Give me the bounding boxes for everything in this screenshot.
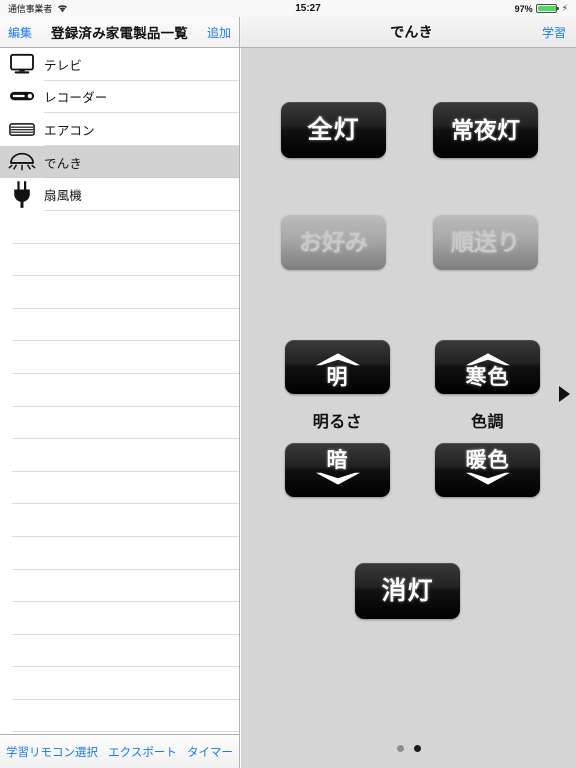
empty-list-row	[0, 276, 239, 309]
recorder-icon	[0, 90, 44, 103]
chevron-down-icon	[465, 472, 510, 485]
timer-button[interactable]: タイマー	[187, 744, 233, 760]
navigation-bar: 編集 登録済み家電製品一覧 追加 でんき 学習	[0, 17, 576, 48]
sidebar-item-label: 扇風機	[44, 189, 83, 204]
add-button[interactable]: 追加	[207, 24, 231, 41]
status-bar: 通信事業者 15:27 97% ⚡	[0, 0, 576, 17]
empty-list-row	[0, 537, 239, 570]
air-conditioner-icon	[0, 122, 44, 137]
export-button[interactable]: エクスポート	[108, 744, 177, 760]
ipad-remote-app-screen: 通信事業者 15:27 97% ⚡ 編集 登録済み家電製品一覧 追加 でんき 学…	[0, 0, 576, 768]
sidebar-item-1[interactable]: テレビ	[0, 48, 239, 81]
clock-label: 15:27	[295, 3, 321, 14]
remote-arrow-button-label: 暖色	[465, 448, 510, 472]
remote-button-label: 常夜灯	[451, 116, 520, 143]
remote-button-3: お好み	[281, 214, 386, 270]
device-list-sidebar: テレビレコーダーエアコンでんき扇風機 学習リモコン選択 エクスポート タイマー	[0, 48, 240, 768]
battery-percent-label: 97%	[514, 3, 533, 14]
empty-list-row	[0, 244, 239, 277]
learn-remote-select-button[interactable]: 学習リモコン選択	[6, 744, 98, 760]
remote-button-label: 全灯	[307, 115, 360, 144]
lightning-bolt-icon: ⚡	[561, 3, 568, 13]
sidebar-item-3[interactable]: エアコン	[0, 113, 239, 146]
sidebar-item-4[interactable]: でんき	[0, 145, 239, 179]
remote-arrow-button-label: 寒色	[465, 365, 510, 389]
sidebar-item-5[interactable]: 扇風機	[0, 178, 239, 211]
page-indicator[interactable]	[241, 745, 576, 752]
sidebar-item-label: エアコン	[44, 123, 95, 138]
learn-button[interactable]: 学習	[542, 24, 566, 41]
remote-button-label: 順送り	[451, 228, 520, 255]
remote-arrow-button-4[interactable]: 暖色	[435, 443, 540, 497]
edit-button[interactable]: 編集	[8, 24, 32, 41]
empty-list-row	[0, 407, 239, 440]
remote-button-label: お好み	[299, 228, 368, 255]
page-dot-1[interactable]	[396, 745, 404, 752]
remote-arrow-button-3[interactable]: 暗	[285, 443, 390, 497]
empty-list-row	[0, 602, 239, 635]
power-off-button-label: 消灯	[381, 576, 434, 605]
remote-arrow-button-label: 明	[326, 365, 349, 389]
empty-list-row	[0, 309, 239, 342]
device-list[interactable]: テレビレコーダーエアコンでんき扇風機	[0, 48, 239, 734]
sidebar-item-label: でんき	[44, 156, 83, 171]
status-bar-center: 15:27	[0, 3, 576, 14]
empty-list-row	[0, 700, 239, 733]
remote-group-label-1: 明るさ	[312, 414, 363, 431]
sidebar-toolbar: 学習リモコン選択 エクスポート タイマー	[0, 734, 239, 768]
empty-list-row	[0, 635, 239, 668]
remote-group-label-2: 色調	[470, 414, 504, 431]
tv-icon	[0, 53, 44, 75]
empty-list-row	[0, 570, 239, 603]
battery-icon	[535, 4, 559, 13]
sidebar-item-label: レコーダー	[44, 91, 108, 106]
triangle-right-icon[interactable]	[559, 386, 570, 402]
remote-arrow-button-1[interactable]: 明	[285, 340, 390, 394]
empty-list-row	[0, 667, 239, 700]
empty-list-row	[0, 472, 239, 505]
chevron-up-icon	[465, 352, 510, 365]
light-bulb-icon	[0, 150, 44, 174]
page-title: でんき	[390, 24, 433, 40]
remote-control-panel: 全灯 常夜灯お好み 順送り明 寒色暗 暖色 明るさ 色調消灯	[241, 48, 576, 768]
sidebar-item-2[interactable]: レコーダー	[0, 81, 239, 114]
remote-button-2[interactable]: 常夜灯	[433, 102, 538, 158]
chevron-down-icon	[315, 472, 360, 485]
empty-list-row	[0, 341, 239, 374]
sidebar-navigation-bar: 編集 登録済み家電製品一覧 追加	[0, 17, 240, 47]
power-off-button[interactable]: 消灯	[355, 563, 460, 619]
empty-list-row	[0, 504, 239, 537]
detail-navigation-bar: でんき 学習	[241, 17, 576, 47]
remote-button-4: 順送り	[433, 214, 538, 270]
empty-list-row	[0, 211, 239, 244]
empty-list-row	[0, 374, 239, 407]
remote-arrow-button-2[interactable]: 寒色	[435, 340, 540, 394]
remote-arrow-button-label: 暗	[326, 448, 349, 472]
sidebar-item-label: テレビ	[44, 58, 83, 73]
page-dot-2[interactable]	[413, 745, 421, 752]
chevron-up-icon	[315, 352, 360, 365]
empty-list-row	[0, 439, 239, 472]
power-plug-icon	[0, 180, 44, 209]
sidebar-title: 登録済み家電製品一覧	[51, 26, 188, 41]
status-bar-right: 97% ⚡	[515, 4, 572, 14]
remote-button-1[interactable]: 全灯	[281, 102, 386, 158]
